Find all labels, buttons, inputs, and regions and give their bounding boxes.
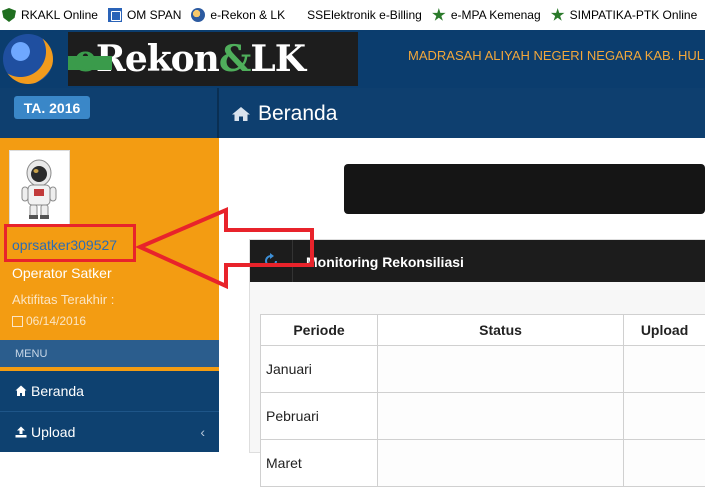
- home-icon: [15, 385, 27, 397]
- bookmark-e-mpa[interactable]: e-MPA Kemenag: [432, 8, 541, 22]
- table-row: Maret: [261, 440, 705, 487]
- brand-rekon: Rekon: [96, 38, 219, 80]
- bookmark-label: SIMPATIKA-PTK Online: [570, 8, 698, 22]
- bookmark-rkakl[interactable]: RKAKL Online: [2, 8, 98, 22]
- divider: [217, 88, 219, 138]
- home-icon: [231, 106, 251, 122]
- info-bar: [344, 164, 705, 214]
- page-title: Beranda: [258, 102, 337, 126]
- last-activity-label: Aktifitas Terakhir :: [12, 292, 114, 307]
- bookmark-label: SSElektronik e-Billing: [307, 8, 422, 22]
- table-header-row: Periode Status Upload: [261, 315, 705, 346]
- table-row: Januari: [261, 346, 705, 393]
- upload-icon: [15, 426, 27, 438]
- sub-header: TA. 2016 Beranda: [0, 88, 705, 138]
- main-content: Monitoring Rekonsiliasi Periode Status U…: [219, 138, 705, 451]
- panel-title: Monitoring Rekonsiliasi: [306, 254, 464, 270]
- annotation-highlight-box: [4, 224, 136, 262]
- menu-header: MENU: [0, 340, 219, 367]
- monitoring-table: Periode Status Upload Januari Pebruari: [260, 314, 705, 487]
- table-row: Pebruari: [261, 393, 705, 440]
- menu-header-label: MENU: [15, 348, 47, 360]
- brand-lk: LK: [250, 38, 305, 80]
- column-header-upload[interactable]: Upload: [624, 315, 705, 346]
- cell-status: [378, 346, 624, 393]
- sidebar: oprsatker309527 Operator Satker Aktifita…: [0, 138, 219, 451]
- globe-icon: [191, 8, 205, 22]
- cell-status: [378, 440, 624, 487]
- cell-status: [378, 393, 624, 440]
- cell-upload: [624, 393, 705, 440]
- brand-logo[interactable]: e Rekon & LK: [68, 32, 358, 86]
- bookmarks-bar: RKAKL Online OM SPAN e-Rekon & LK SSElek…: [0, 0, 705, 31]
- bookmark-label: RKAKL Online: [21, 8, 98, 22]
- refresh-button[interactable]: [250, 240, 293, 282]
- bookmark-e-rekon[interactable]: e-Rekon & LK: [191, 8, 285, 22]
- user-role: Operator Satker: [12, 265, 112, 281]
- brand-e: e: [74, 38, 96, 80]
- app-logo[interactable]: [3, 34, 53, 84]
- last-activity-date-text: 06/14/2016: [26, 314, 86, 328]
- om-span-icon: [108, 8, 122, 22]
- kemenag-badge-icon: [432, 8, 446, 22]
- panel-header: Monitoring Rekonsiliasi: [250, 240, 705, 282]
- bookmark-label: OM SPAN: [127, 8, 181, 22]
- column-header-periode[interactable]: Periode: [261, 315, 378, 346]
- avatar[interactable]: [9, 150, 70, 227]
- monitoring-panel: Monitoring Rekonsiliasi Periode Status U…: [249, 239, 705, 453]
- bookmark-simpatika[interactable]: SIMPATIKA-PTK Online: [551, 8, 698, 22]
- sidebar-item-beranda[interactable]: Beranda: [0, 371, 219, 411]
- institution-name: MADRASAH ALIYAH NEGERI NEGARA KAB. HUL: [408, 48, 704, 63]
- bookmark-e-billing[interactable]: SSElektronik e-Billing: [307, 8, 422, 22]
- sidebar-item-upload[interactable]: Upload ‹: [0, 412, 219, 452]
- last-activity-date: 06/14/2016: [12, 314, 86, 328]
- calendar-icon: [12, 316, 23, 327]
- cell-periode: Januari: [261, 346, 378, 393]
- refresh-icon: [263, 253, 279, 269]
- astronaut-icon: [10, 151, 69, 226]
- fiscal-year-badge[interactable]: TA. 2016: [14, 96, 90, 119]
- sidebar-item-label: Beranda: [31, 383, 84, 399]
- column-header-status[interactable]: Status: [378, 315, 624, 346]
- sidebar-item-label: Upload: [31, 424, 75, 440]
- cell-periode: Maret: [261, 440, 378, 487]
- bookmark-om-span[interactable]: OM SPAN: [108, 8, 181, 22]
- cell-upload: [624, 440, 705, 487]
- cell-upload: [624, 346, 705, 393]
- shield-icon: [2, 8, 16, 22]
- chevron-left-icon[interactable]: ‹: [200, 424, 205, 440]
- bookmark-label: e-MPA Kemenag: [451, 8, 541, 22]
- cell-periode: Pebruari: [261, 393, 378, 440]
- app-header: e Rekon & LK MADRASAH ALIYAH NEGERI NEGA…: [0, 30, 705, 88]
- kemenag-badge-icon: [551, 8, 565, 22]
- bookmark-label: e-Rekon & LK: [210, 8, 285, 22]
- brand-ampersand: &: [219, 38, 251, 80]
